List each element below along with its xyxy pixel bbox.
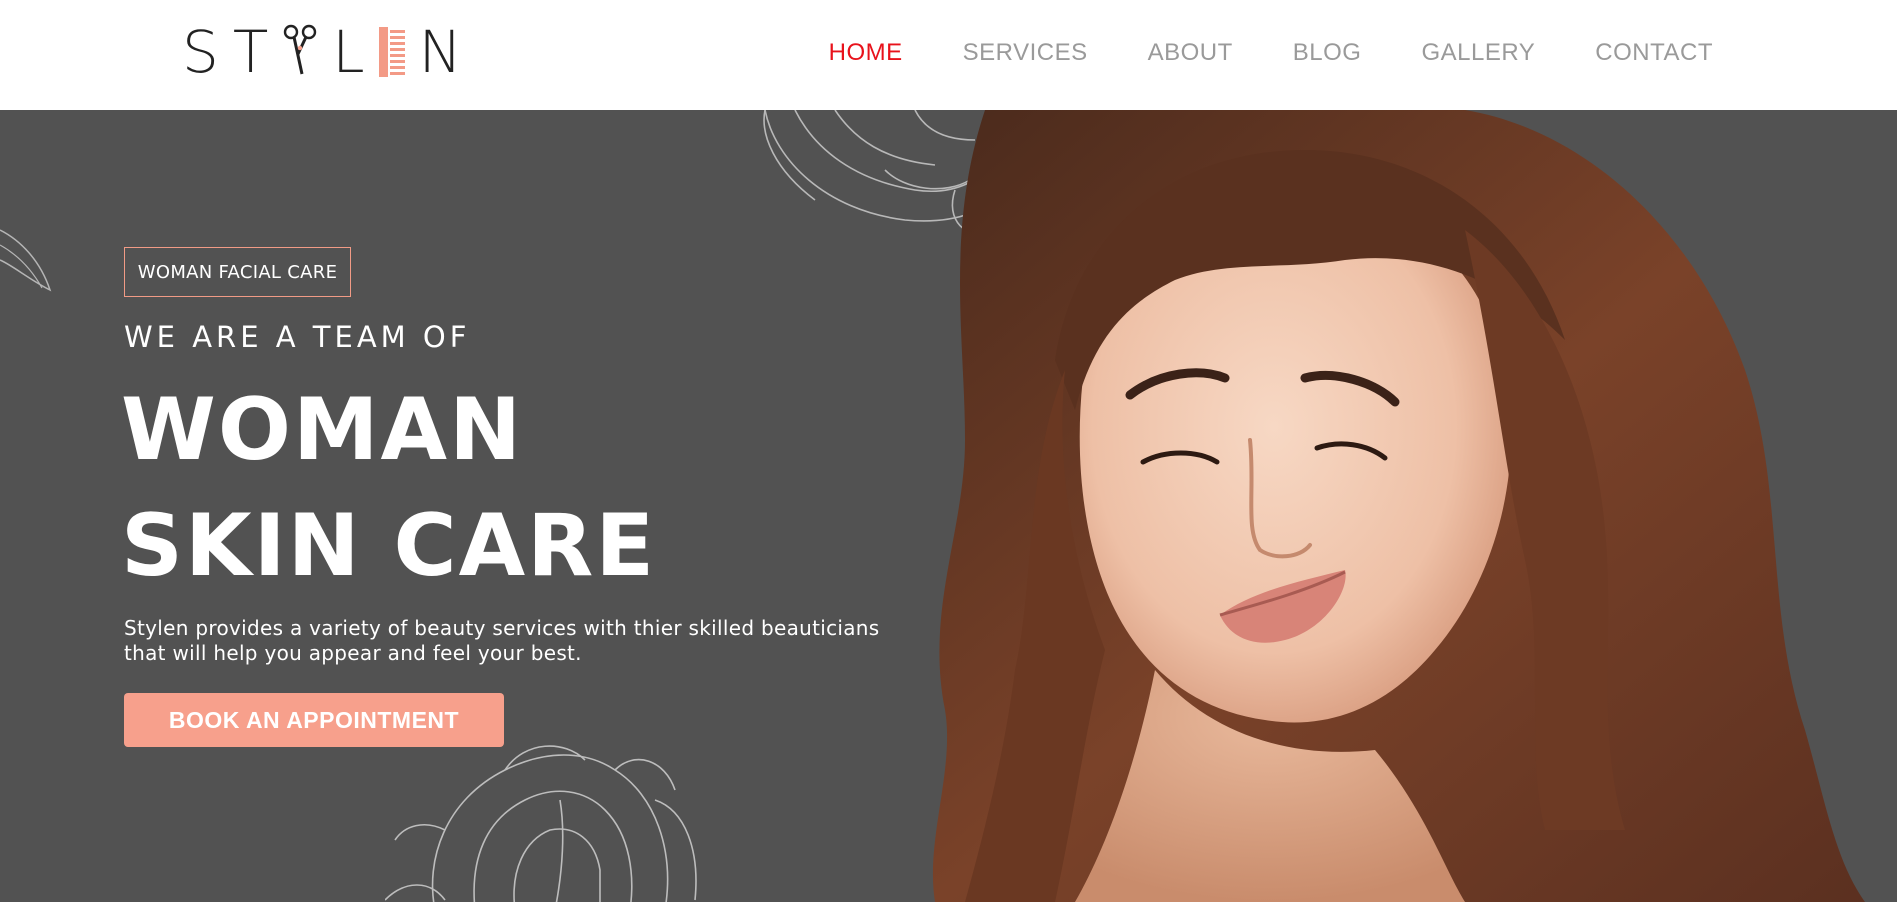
logo-letter-n: N [418,18,476,86]
nav-home[interactable]: HOME [829,38,903,68]
site-logo[interactable]: S T L N [182,18,476,86]
scissors-icon [284,24,317,75]
hero-description: Stylen provides a variety of beauty serv… [124,616,944,666]
hero-title: WOMAN SKIN CARE [121,372,656,604]
hero-section: WOMAN FACIAL CARE WE ARE A TEAM OF WOMAN… [0,110,1897,902]
site-header: S T L N HOME SERVICES ABOUT BLOG GALLERY… [0,0,1897,110]
hero-description-line2: that will help you appear and feel your … [124,641,582,665]
nav-services[interactable]: SERVICES [963,38,1088,68]
logo-letter-l: L [332,18,379,86]
woman-portrait-image [932,110,1865,902]
hero-description-line1: Stylen provides a variety of beauty serv… [124,616,880,640]
hero-title-line2: SKIN CARE [121,496,657,596]
hero-kicker: WE ARE A TEAM OF [124,320,471,354]
hero-badge: WOMAN FACIAL CARE [124,247,351,297]
nav-blog[interactable]: BLOG [1293,38,1362,68]
hero-title-line1: WOMAN [121,380,524,480]
book-appointment-button[interactable]: BOOK AN APPOINTMENT [124,693,504,747]
nav-gallery[interactable]: GALLERY [1421,38,1535,68]
nav-about[interactable]: ABOUT [1148,38,1233,68]
leaf-line-art-icon [0,229,52,292]
logo-letter-t: T [232,18,283,86]
main-nav: HOME SERVICES ABOUT BLOG GALLERY CONTACT [829,38,1713,68]
comb-icon [378,27,405,77]
nav-contact[interactable]: CONTACT [1595,38,1713,68]
flower-line-art-icon [385,745,697,902]
logo-letter-s: S [182,18,233,86]
